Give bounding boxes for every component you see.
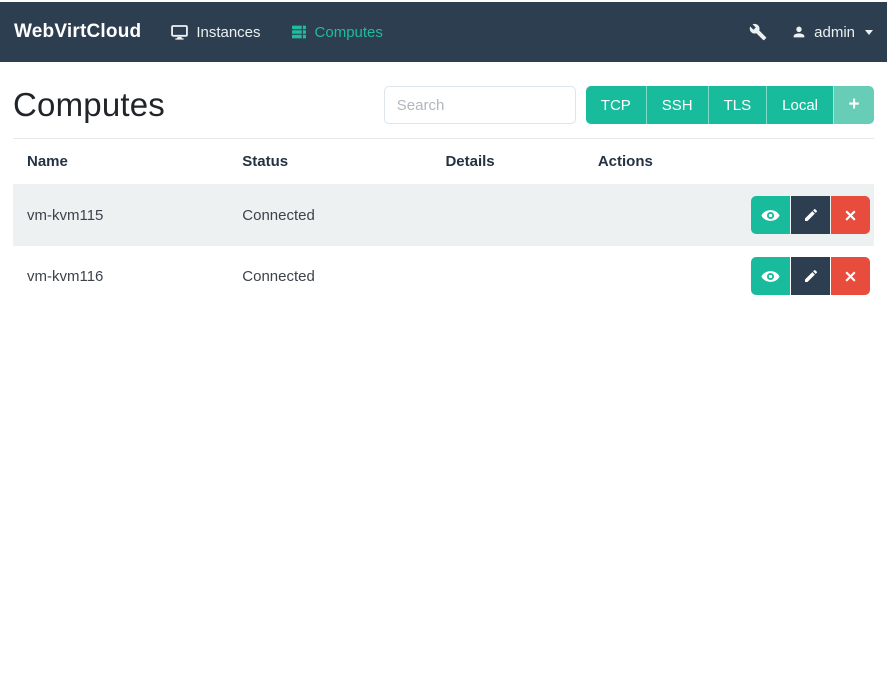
compute-name: vm-kvm116 xyxy=(13,245,235,306)
table-row: vm-kvm115 Connected xyxy=(13,184,874,246)
search-input[interactable] xyxy=(383,86,576,124)
computes-table: Name Status Details Actions vm-kvm115 Co… xyxy=(13,139,874,306)
nav-item-computes[interactable]: Computes xyxy=(291,24,383,41)
header-controls: TCP SSH TLS Local + xyxy=(383,86,874,124)
compute-status: Connected xyxy=(234,245,438,306)
main-content: Computes TCP SSH TLS Local + Name Status… xyxy=(0,86,887,306)
server-icon xyxy=(291,24,307,40)
delete-compute-button[interactable] xyxy=(831,196,870,234)
tls-button[interactable]: TLS xyxy=(707,86,767,124)
column-header-details: Details xyxy=(437,139,590,185)
wrench-icon[interactable] xyxy=(749,23,767,41)
page-header: Computes TCP SSH TLS Local + xyxy=(13,86,874,124)
compute-name: vm-kvm115 xyxy=(13,184,235,246)
column-header-actions: Actions xyxy=(589,139,874,185)
nav-item-label: Computes xyxy=(314,23,383,41)
x-icon xyxy=(843,269,858,284)
ssh-button[interactable]: SSH xyxy=(645,86,708,124)
edit-compute-button[interactable] xyxy=(791,196,830,234)
delete-compute-button[interactable] xyxy=(831,257,870,295)
brand-logo[interactable]: WebVirtCloud xyxy=(14,21,141,43)
column-header-name: Name xyxy=(13,139,235,185)
eye-icon xyxy=(761,267,780,286)
tcp-button[interactable]: TCP xyxy=(585,86,646,124)
navbar-right: admin xyxy=(749,23,873,41)
row-action-group xyxy=(751,196,870,234)
navbar: WebVirtCloud Instances Computes admin xyxy=(0,2,887,62)
local-button[interactable]: Local xyxy=(766,86,833,124)
monitor-icon xyxy=(171,24,189,41)
compute-status: Connected xyxy=(234,184,438,246)
navbar-nav: Instances Computes xyxy=(171,24,383,41)
nav-item-label: Instances xyxy=(196,23,261,41)
table-row: vm-kvm116 Connected xyxy=(13,245,874,306)
table-header-row: Name Status Details Actions xyxy=(13,139,874,185)
eye-icon xyxy=(761,206,780,225)
row-action-group xyxy=(751,257,870,295)
user-icon xyxy=(791,24,807,40)
user-menu[interactable]: admin xyxy=(791,24,873,41)
view-compute-button[interactable] xyxy=(751,257,790,295)
x-icon xyxy=(843,208,858,223)
column-header-status: Status xyxy=(234,139,438,185)
edit-compute-button[interactable] xyxy=(791,257,830,295)
connection-type-button-group: TCP SSH TLS Local + xyxy=(585,86,874,124)
compute-details xyxy=(437,245,590,306)
add-compute-button[interactable]: + xyxy=(833,86,874,124)
compute-details xyxy=(437,184,590,246)
pencil-icon xyxy=(803,268,819,284)
chevron-down-icon xyxy=(865,29,873,35)
pencil-icon xyxy=(803,207,819,223)
page-title: Computes xyxy=(13,86,166,123)
user-label: admin xyxy=(814,23,855,41)
nav-item-instances[interactable]: Instances xyxy=(171,23,261,41)
view-compute-button[interactable] xyxy=(751,196,790,234)
